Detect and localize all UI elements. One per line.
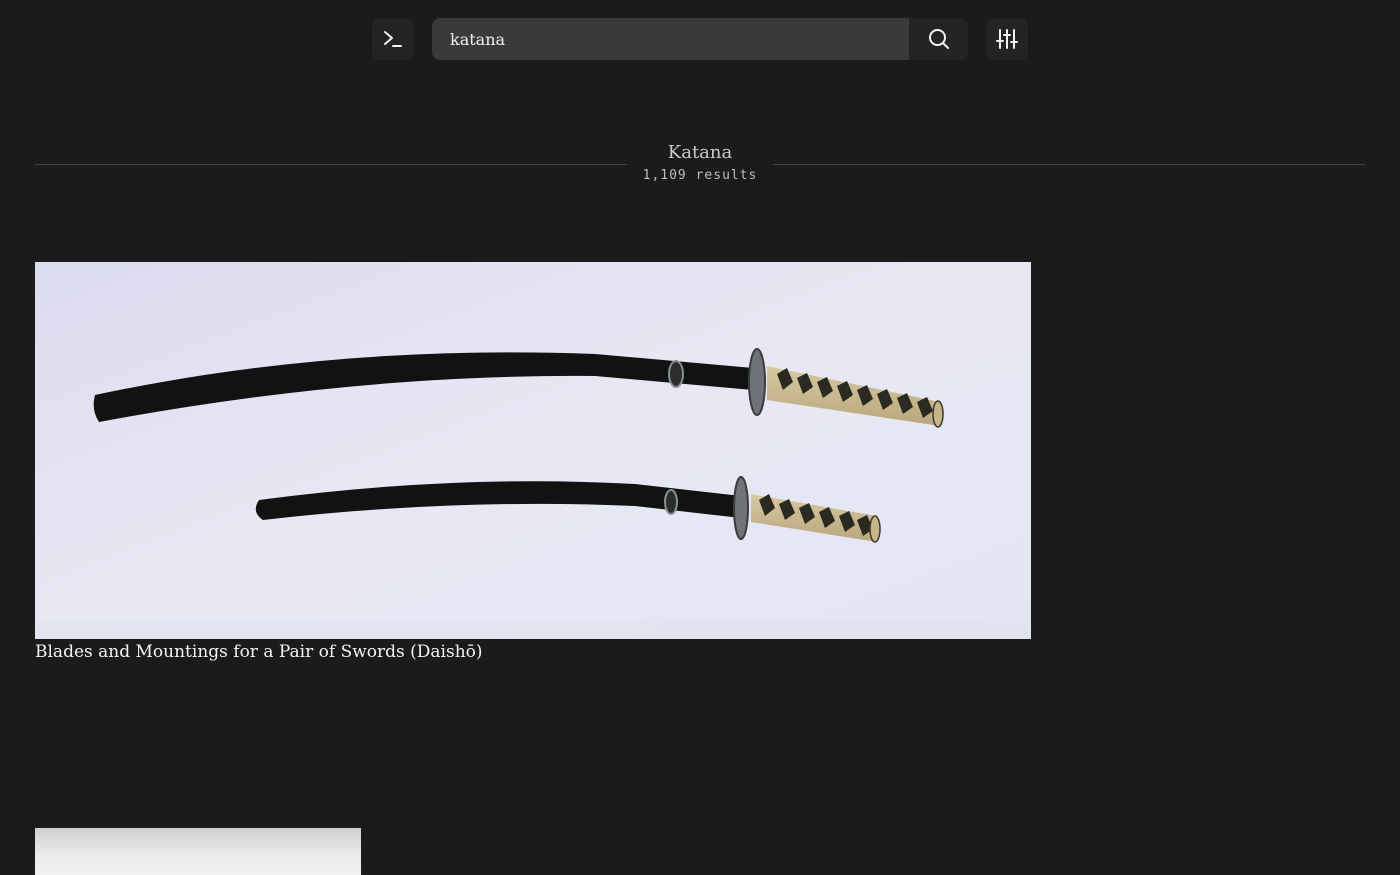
sliders-icon [996,29,1018,49]
result-item[interactable]: Blades and Mountings for a Pair of Sword… [35,262,1031,662]
result-image[interactable] [35,262,1031,639]
result-image[interactable] [35,828,361,875]
top-toolbar [0,18,1400,60]
search-icon [928,29,949,49]
results-count: 1,109 results [642,168,758,183]
terminal-button[interactable] [372,18,414,60]
result-title[interactable]: Blades and Mountings for a Pair of Sword… [35,642,1031,662]
search-bar [432,18,968,60]
terminal-icon [384,31,402,47]
divider-left [35,164,627,165]
filter-button[interactable] [986,18,1028,60]
results-heading: Katana 1,109 results [0,142,1400,192]
divider-right [773,164,1365,165]
search-input[interactable] [432,18,909,60]
results-title: Katana [667,142,733,163]
search-button[interactable] [909,18,968,60]
result-item[interactable] [35,828,361,875]
